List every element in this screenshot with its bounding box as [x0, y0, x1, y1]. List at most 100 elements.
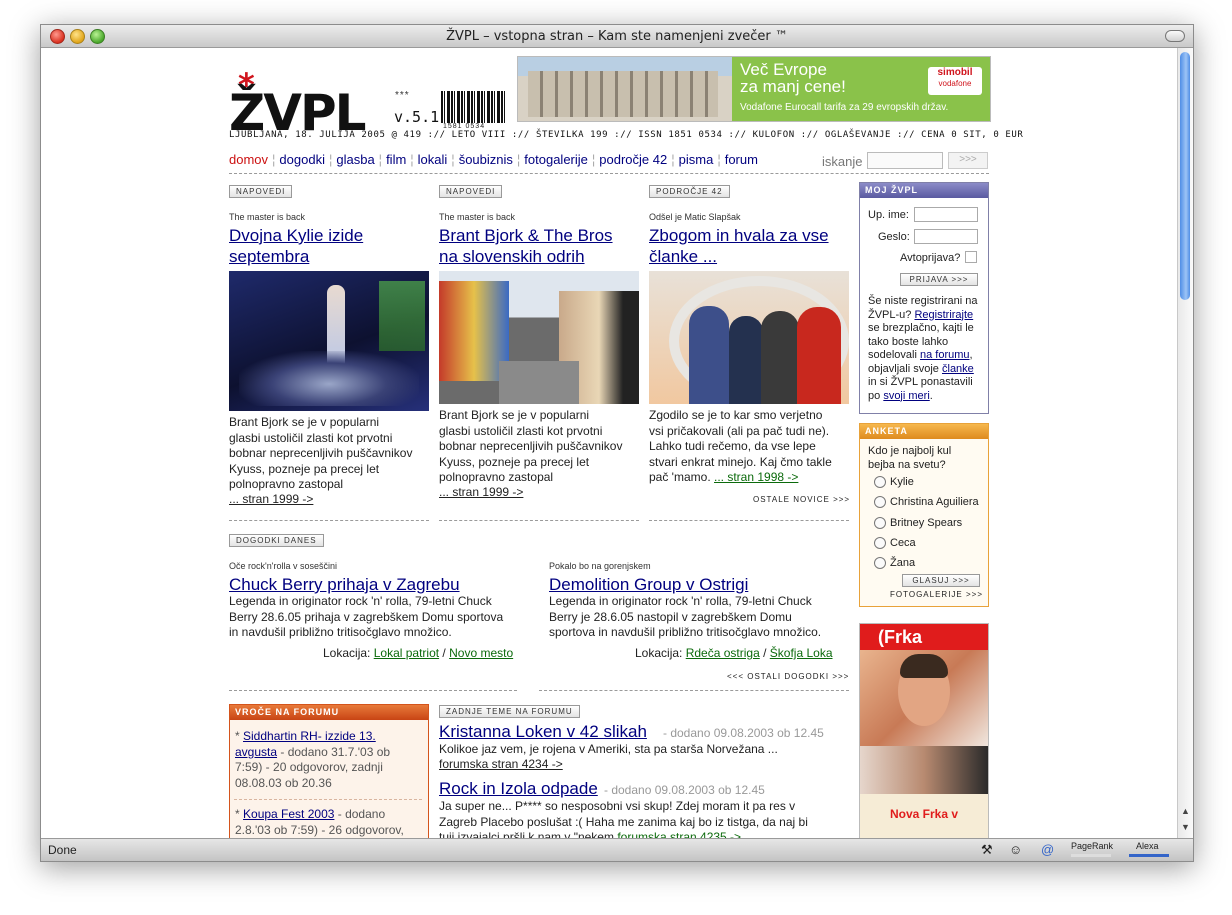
forum-topic-body: Ja super ne... P**** so nesposobni vsi s… — [439, 799, 808, 838]
scrollbar-thumb[interactable] — [1180, 52, 1190, 300]
at-icon[interactable]: @ — [1041, 842, 1054, 857]
location-link[interactable]: Lokal patriot — [374, 646, 439, 660]
forum-topic-rock-in-izola[interactable]: Rock in Izola odpade — [439, 778, 598, 799]
window-title: ŽVPL – vstopna stran – Kam ste namenjeni… — [446, 29, 788, 44]
news-tag[interactable]: NAPOVEDI — [439, 185, 503, 198]
vote-button[interactable]: GLASUJ >>> — [902, 574, 980, 587]
news-kicker: Odšel je Matic Slapšak — [649, 212, 741, 222]
forum-topic-link[interactable]: Siddhartin RH- izzide 13. — [243, 729, 376, 743]
news-headline-zbogom[interactable]: Zbogom in hvala za vse članke ... — [649, 225, 829, 267]
event-kicker: Pokalo bo na gorenjskem — [549, 561, 651, 571]
event-location: Lokacija: Rdeča ostriga / Škofja Loka — [635, 646, 833, 660]
poll-option[interactable]: Christina Aguiliera — [874, 496, 979, 509]
news-more-link[interactable]: ... stran 1999 -> — [439, 485, 523, 501]
location-link[interactable]: Rdeča ostriga — [686, 646, 760, 660]
events-tag[interactable]: DOGODKI DANES — [229, 534, 324, 547]
password-label: Geslo: — [878, 231, 910, 243]
news-headline-kylie[interactable]: Dvojna Kylie izide septembra — [229, 225, 363, 267]
alexa-bar — [1129, 854, 1169, 857]
smiley-icon[interactable]: ☺ — [1009, 842, 1022, 857]
event-body: Legenda in originator rock 'n' rolla, 79… — [549, 594, 822, 639]
alexa-label: Alexa — [1136, 841, 1159, 851]
password-input[interactable] — [914, 229, 978, 244]
news-more-link[interactable]: ... stran 1998 -> — [714, 470, 798, 484]
forum-topic-kristanna[interactable]: Kristanna Loken v 42 slikah — [439, 721, 647, 742]
latest-forum-tag[interactable]: ZADNJE TEME NA FORUMU — [439, 705, 580, 718]
frka-logo: (Frka — [860, 624, 988, 650]
location-link[interactable]: Škofja Loka — [770, 646, 833, 660]
forum-topic-link[interactable]: Koupa Fest 2003 — [243, 807, 334, 821]
street-photo[interactable] — [439, 271, 639, 404]
articles-link[interactable]: članke — [942, 363, 974, 375]
news-tag[interactable]: NAPOVEDI — [229, 185, 293, 198]
page-content: * ŽVPL *** v.5.1 1581 0534 LJUBLJANA, 18… — [41, 48, 1177, 838]
poll-option[interactable]: Žana — [874, 557, 915, 570]
nav-item-dogodki[interactable]: dogodki — [279, 152, 325, 167]
browser-window: ŽVPL – vstopna stran – Kam ste namenjeni… — [40, 24, 1194, 862]
event-headline-chuck-berry[interactable]: Chuck Berry prihaja v Zagrebu — [229, 574, 460, 595]
toolbar-toggle-button[interactable] — [1165, 30, 1185, 42]
barcode-number: 1581 0534 — [443, 123, 486, 130]
divider — [229, 173, 989, 174]
event-location: Lokacija: Lokal patriot / Novo mesto — [323, 646, 514, 660]
search-input[interactable] — [867, 152, 943, 169]
fotogalerije-link[interactable]: FOTOGALERIJE >>> — [890, 590, 983, 599]
hot-forum-title: VROČE NA FORUMU — [230, 705, 428, 720]
poll-option[interactable]: Kylie — [874, 476, 914, 489]
forum-link[interactable]: na forumu — [920, 349, 970, 361]
nav-item-glasba[interactable]: glasba — [336, 152, 374, 167]
hot-forum-item: * Siddhartin RH- izzide 13. avgusta - do… — [235, 729, 391, 790]
forum-page-link[interactable]: forumska stran 4234 -> — [439, 757, 563, 773]
frka-ad[interactable]: (Frka Nova Frka v — [859, 623, 989, 838]
nav-item-fotogalerije[interactable]: fotogalerije — [524, 152, 588, 167]
event-headline-demolition-group[interactable]: Demolition Group v Ostrigi — [549, 574, 748, 595]
poll-box: ANKETA Kdo je najbolj kul bejba na svetu?… — [859, 423, 989, 607]
ostali-dogodki-link[interactable]: <<< OSTALI DOGODKI >>> — [727, 672, 849, 681]
nav-item-film[interactable]: film — [386, 152, 406, 167]
username-label: Up. ime: — [868, 209, 909, 221]
moj-zvpl-box: MOJ ŽVPL Up. ime: Geslo: Avtoprijava? PR… — [859, 182, 989, 414]
nav-item-pisma[interactable]: pisma — [679, 152, 714, 167]
status-bar: Done ⚒ ☺ @ PageRank Alexa — [41, 838, 1193, 861]
group-photo[interactable] — [649, 271, 849, 404]
register-link[interactable]: Registrirajte — [914, 309, 973, 321]
forum-page-link[interactable]: forumska stran 4235 -> — [617, 830, 741, 838]
username-input[interactable] — [914, 207, 978, 222]
scroll-up-arrow-icon[interactable]: ▲ — [1181, 806, 1190, 816]
news-headline-brant-bjork[interactable]: Brant Bjork & The Bros na slovenskih odri… — [439, 225, 613, 267]
poll-option[interactable]: Britney Spears — [874, 517, 962, 530]
search-button[interactable]: >>> — [948, 152, 988, 169]
news-more-link[interactable]: ... stran 1999 -> — [229, 492, 313, 508]
register-text: Še niste registrirani na ŽVPL-u? Registr… — [868, 295, 978, 402]
nav-item-podrocje-42[interactable]: področje 42 — [599, 152, 667, 167]
frka-cover-photo — [860, 650, 988, 746]
divider — [229, 520, 429, 521]
version-label: v.5.1 — [394, 108, 440, 126]
autologin-checkbox[interactable] — [965, 251, 977, 263]
nav-item-lokali[interactable]: lokali — [418, 152, 448, 167]
banner-photo — [518, 57, 732, 121]
login-button[interactable]: PRIJAVA >>> — [900, 273, 978, 286]
ad-banner[interactable]: Več Evrope za manj cene! Vodafone Eurocal… — [517, 56, 991, 122]
news-tag[interactable]: PODROČJE 42 — [649, 185, 730, 198]
location-link[interactable]: Novo mesto — [449, 646, 513, 660]
poll-option[interactable]: Ceca — [874, 537, 916, 550]
tools-icon[interactable]: ⚒ — [981, 842, 993, 858]
logo-stars: *** — [395, 90, 410, 101]
ostale-novice-link[interactable]: OSTALE NOVICE >>> — [753, 495, 850, 504]
hot-forum-box: VROČE NA FORUMU * Siddhartin RH- izzide … — [229, 704, 429, 838]
frka-thumbnails — [860, 746, 988, 794]
moj-zvpl-title: MOJ ŽVPL — [860, 183, 988, 198]
nav-item-domov[interactable]: domov — [229, 152, 268, 167]
nav-item-soubiznis[interactable]: šoubiznis — [459, 152, 513, 167]
kylie-concert-photo[interactable] — [229, 271, 429, 411]
nav-item-forum[interactable]: forum — [725, 152, 758, 167]
radio-icon — [874, 557, 886, 570]
news-kicker: The master is back — [229, 212, 306, 222]
personalize-link[interactable]: svoji meri — [883, 390, 929, 402]
divider — [229, 690, 517, 691]
vertical-scrollbar[interactable]: ▲ ▼ — [1177, 48, 1193, 838]
hot-forum-item: * Koupa Fest 2003 - dodano 2.8.'03 ob 7:… — [235, 807, 404, 837]
main-nav: domov ¦ dogodki ¦ glasba ¦ film ¦ lokali ¦ šoubizn… — [229, 152, 758, 167]
scroll-down-arrow-icon[interactable]: ▼ — [1181, 822, 1190, 832]
